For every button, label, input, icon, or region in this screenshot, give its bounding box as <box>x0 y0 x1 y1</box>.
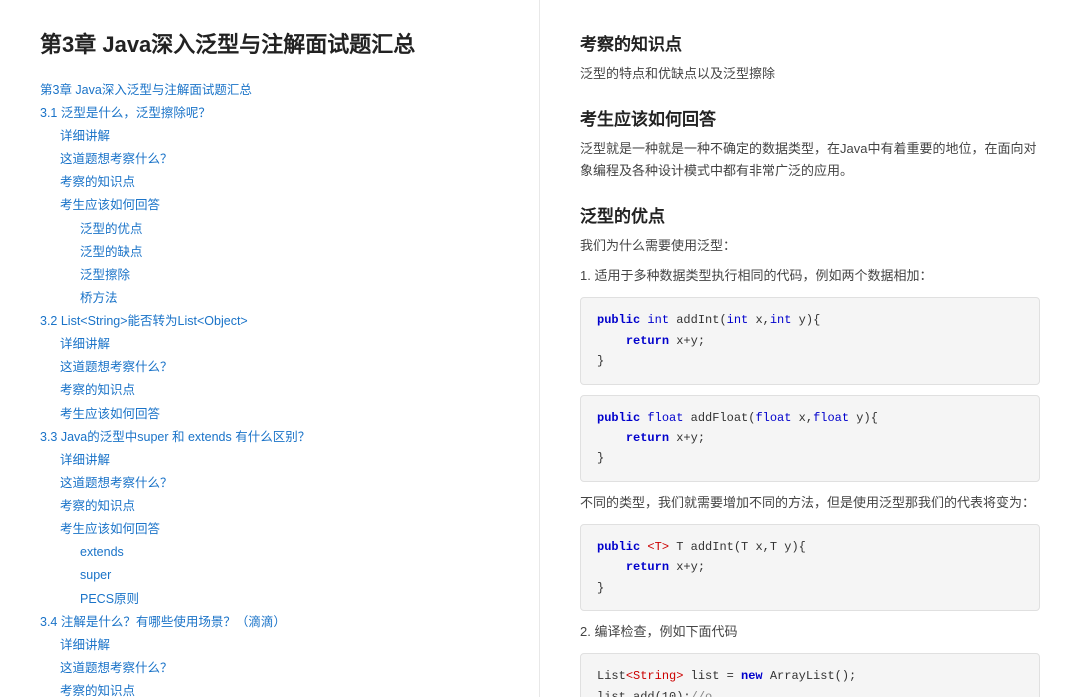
code-block-2: public float addFloat(float x,float y){ … <box>580 395 1040 482</box>
toc-section-34[interactable]: 3.4 注解是什么？有哪些使用场景？（滴滴） <box>40 611 499 634</box>
how-to-answer-text: 泛型就是一种就是一种不确定的数据类型，在Java中有着重要的地位，在面向对象编程… <box>580 138 1040 182</box>
toc-34-knowledge[interactable]: 考察的知识点 <box>60 680 499 697</box>
toc-33-how[interactable]: 考生应该如何回答 <box>60 518 499 541</box>
toc-33-detail[interactable]: 详细讲解 <box>60 449 499 472</box>
left-panel: 第3章 Java深入泛型与注解面试题汇总 第3章 Java深入泛型与注解面试题汇… <box>0 0 540 697</box>
toc-32-detail[interactable]: 详细讲解 <box>60 333 499 356</box>
toc-31-bridge[interactable]: 桥方法 <box>80 287 499 310</box>
toc-31-what[interactable]: 这道题想考察什么？ <box>60 148 499 171</box>
toc-top-link[interactable]: 第3章 Java深入泛型与注解面试题汇总 <box>40 79 499 102</box>
toc-33-what[interactable]: 这道题想考察什么？ <box>60 472 499 495</box>
toc-31-pros[interactable]: 泛型的优点 <box>80 218 499 241</box>
toc-section-32[interactable]: 3.2 List<String>能否转为List<Object> <box>40 310 499 333</box>
pros-point1: 1. 适用于多种数据类型执行相同的代码，例如两个数据相加： <box>580 265 1040 287</box>
middle-text: 不同的类型，我们就需要增加不同的方法，但是使用泛型那我们的代表将变为： <box>580 492 1040 514</box>
code-block-3: public <T> T addInt(T x,T y){ return x+y… <box>580 524 1040 611</box>
toc-31-knowledge[interactable]: 考察的知识点 <box>60 171 499 194</box>
pros-point2: 2. 编译检查，例如下面代码 <box>580 621 1040 643</box>
toc-32-knowledge[interactable]: 考察的知识点 <box>60 379 499 402</box>
pros-title: 泛型的优点 <box>580 202 1040 227</box>
toc-31-cons[interactable]: 泛型的缺点 <box>80 241 499 264</box>
toc-33-extends[interactable]: extends <box>80 541 499 564</box>
right-panel: 考察的知识点 泛型的特点和优缺点以及泛型擦除 考生应该如何回答 泛型就是一种就是… <box>540 0 1080 697</box>
toc-31-erase[interactable]: 泛型擦除 <box>80 264 499 287</box>
toc-34-detail[interactable]: 详细讲解 <box>60 634 499 657</box>
knowledge-text: 泛型的特点和优缺点以及泛型擦除 <box>580 63 1040 85</box>
main-title: 第3章 Java深入泛型与注解面试题汇总 <box>40 30 499 61</box>
table-of-contents: 第3章 Java深入泛型与注解面试题汇总 3.1 泛型是什么，泛型擦除呢？ 详细… <box>40 79 499 697</box>
toc-31-how[interactable]: 考生应该如何回答 <box>60 194 499 217</box>
knowledge-title: 考察的知识点 <box>580 30 1040 55</box>
toc-32-how[interactable]: 考生应该如何回答 <box>60 403 499 426</box>
pros-intro: 我们为什么需要使用泛型： <box>580 235 1040 257</box>
toc-section-33[interactable]: 3.3 Java的泛型中super 和 extends 有什么区别？ <box>40 426 499 449</box>
code-block-4: List<String> list = new ArrayList(); lis… <box>580 653 1040 697</box>
toc-32-what[interactable]: 这道题想考察什么？ <box>60 356 499 379</box>
code-block-1: public int addInt(int x,int y){ return x… <box>580 297 1040 384</box>
toc-33-super[interactable]: super <box>80 564 499 587</box>
toc-34-what[interactable]: 这道题想考察什么？ <box>60 657 499 680</box>
toc-33-knowledge[interactable]: 考察的知识点 <box>60 495 499 518</box>
toc-33-pecs[interactable]: PECS原则 <box>80 588 499 611</box>
how-to-answer-title: 考生应该如何回答 <box>580 105 1040 130</box>
toc-section-31[interactable]: 3.1 泛型是什么，泛型擦除呢？ <box>40 102 499 125</box>
toc-31-detail[interactable]: 详细讲解 <box>60 125 499 148</box>
